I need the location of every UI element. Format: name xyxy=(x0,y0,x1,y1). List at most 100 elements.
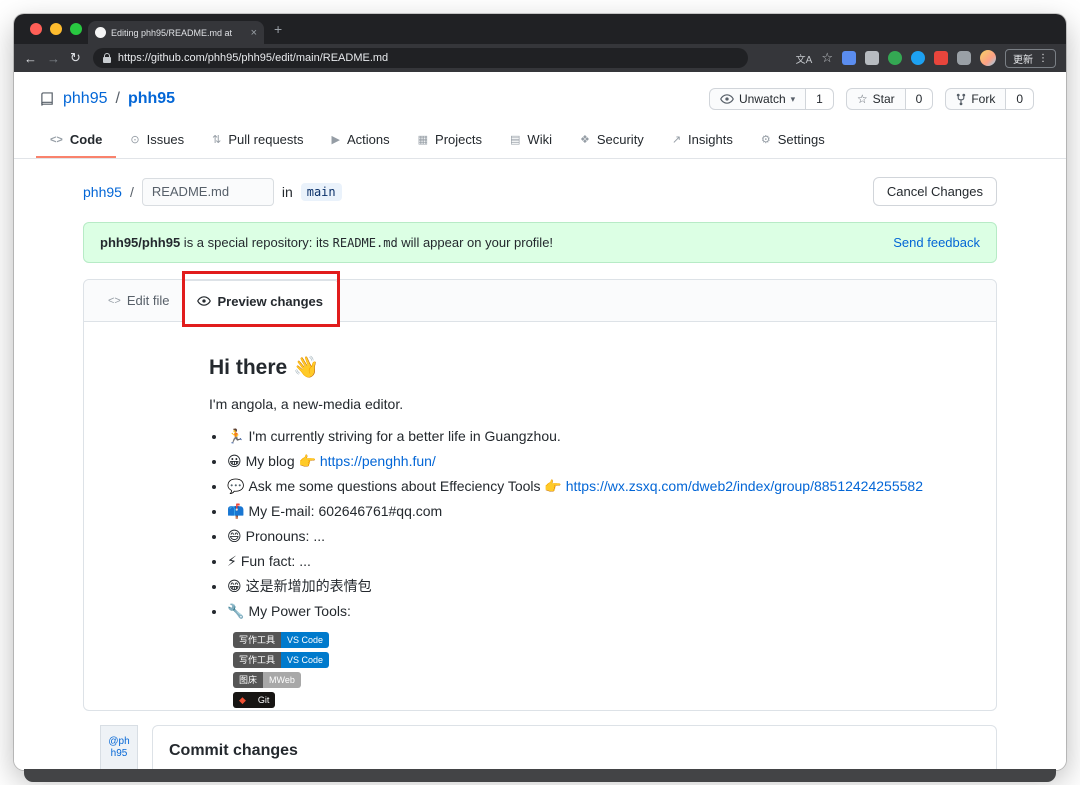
tab-preview-changes[interactable]: Preview changes xyxy=(182,280,339,322)
tab-security-label: Security xyxy=(597,132,644,147)
badge-value: VS Code xyxy=(281,652,329,668)
badge-git[interactable]: ◆ Git xyxy=(233,692,936,708)
toolbar-icons: 文A ☆ 更新 ⋮ xyxy=(796,49,1056,68)
github-page: phh95 / phh95 Unwatch ▾ 1 ☆ Star xyxy=(14,72,1066,770)
watch-group: Unwatch ▾ 1 xyxy=(709,88,834,110)
pull-request-icon: ⇅ xyxy=(212,133,221,146)
zap-emoji: ⚡ xyxy=(227,553,237,569)
banner-text: phh95/phh95 is a special repository: its… xyxy=(100,235,553,250)
close-window-button[interactable] xyxy=(30,23,42,35)
in-label: in xyxy=(282,184,293,200)
reload-icon[interactable]: ↻ xyxy=(70,50,81,66)
security-shield-icon: ❖ xyxy=(580,133,590,146)
tab-wiki[interactable]: ▤ Wiki xyxy=(496,122,566,158)
menu-dots-icon[interactable]: ⋮ xyxy=(1038,53,1048,64)
blog-link[interactable]: https://penghh.fun/ xyxy=(320,453,436,469)
readme-list: 🏃I'm currently striving for a better lif… xyxy=(209,426,936,622)
fork-icon xyxy=(956,93,966,106)
mailbox-emoji: 📫 xyxy=(227,503,244,519)
tab-pull-requests-label: Pull requests xyxy=(228,132,303,147)
cancel-changes-button[interactable]: Cancel Changes xyxy=(873,177,997,206)
badge-mweb[interactable]: 图床 MWeb xyxy=(233,672,936,688)
send-feedback-link[interactable]: Send feedback xyxy=(893,235,980,250)
new-tab-button[interactable]: + xyxy=(274,21,282,37)
settings-gear-icon: ⚙ xyxy=(761,133,771,146)
list-item: 😄Pronouns: ... xyxy=(227,526,936,547)
wave-emoji: 👋 xyxy=(293,356,319,379)
edit-code-icon: <> xyxy=(108,295,121,307)
close-tab-icon[interactable]: × xyxy=(251,27,257,39)
tab-insights[interactable]: ↗ Insights xyxy=(658,122,747,158)
extension-icon-4[interactable] xyxy=(911,51,925,65)
fork-label: Fork xyxy=(971,92,995,106)
bullet-text: My Power Tools: xyxy=(248,603,350,619)
filename-input[interactable] xyxy=(142,178,274,206)
breadcrumb: phh95 / in main Cancel Changes xyxy=(83,177,997,206)
badge-vscode-2[interactable]: 写作工具 VS Code xyxy=(233,652,936,668)
lock-icon[interactable] xyxy=(103,57,111,63)
fork-count[interactable]: 0 xyxy=(1006,88,1034,110)
branch-badge[interactable]: main xyxy=(301,183,342,201)
commit-avatar[interactable]: @ph h95 xyxy=(100,725,138,770)
forward-icon[interactable]: → xyxy=(47,51,60,66)
browser-tab[interactable]: Editing phh95/README.md at × xyxy=(88,21,264,44)
commit-heading: Commit changes xyxy=(169,742,980,760)
browser-titlebar: Editing phh95/README.md at × + xyxy=(14,14,1066,44)
extension-icon-5[interactable] xyxy=(934,51,948,65)
bullet-text: My E-mail: 602646761#qq.com xyxy=(248,503,442,519)
tab-projects[interactable]: ▦ Projects xyxy=(404,122,496,158)
repo-header: phh95 / phh95 Unwatch ▾ 1 ☆ Star xyxy=(14,72,1066,110)
profile-avatar[interactable] xyxy=(980,50,996,66)
tab-issues-label: Issues xyxy=(147,132,185,147)
fork-button[interactable]: Fork xyxy=(945,88,1006,110)
minimize-window-button[interactable] xyxy=(50,23,62,35)
badge-vscode-1[interactable]: 写作工具 VS Code xyxy=(233,632,936,648)
git-logo-icon: ◆ xyxy=(233,692,252,708)
repo-actions: Unwatch ▾ 1 ☆ Star 0 Fork xyxy=(709,88,1034,110)
zsxq-link[interactable]: https://wx.zsxq.com/dweb2/index/group/88… xyxy=(566,478,923,494)
translate-icon[interactable]: 文A xyxy=(796,51,813,66)
tab-edit-file[interactable]: <> Edit file xyxy=(96,280,182,321)
wrench-emoji: 🔧 xyxy=(227,603,244,619)
tab-actions[interactable]: ▶ Actions xyxy=(318,122,404,158)
tab-preview-changes-label: Preview changes xyxy=(218,294,324,309)
tab-projects-label: Projects xyxy=(435,132,482,147)
extensions-puzzle-icon[interactable] xyxy=(957,51,971,65)
tab-security[interactable]: ❖ Security xyxy=(566,122,658,158)
repo-owner-link[interactable]: phh95 xyxy=(63,90,108,108)
tab-actions-label: Actions xyxy=(347,132,390,147)
badge-value: Git xyxy=(252,692,276,708)
bullet-text: Fun fact: ... xyxy=(241,553,311,569)
bullet-text: Ask me some questions about Effeciency T… xyxy=(248,478,565,494)
badge-images: 写作工具 VS Code 写作工具 VS Code 图床 MWeb ◆ xyxy=(233,632,936,708)
code-icon: <> xyxy=(50,134,63,146)
tab-issues[interactable]: ⊙ Issues xyxy=(116,122,198,158)
caret-down-icon: ▾ xyxy=(791,94,796,105)
special-repo-banner: phh95/phh95 is a special repository: its… xyxy=(83,222,997,263)
badge-value: MWeb xyxy=(263,672,301,688)
unwatch-button[interactable]: Unwatch ▾ xyxy=(709,88,806,110)
zoom-window-button[interactable] xyxy=(70,23,82,35)
eye-icon xyxy=(720,94,734,104)
back-icon[interactable]: ← xyxy=(24,51,37,66)
repo-separator: / xyxy=(116,90,120,108)
wiki-icon: ▤ xyxy=(510,133,520,146)
grin-emoji: 😀 xyxy=(227,453,242,469)
tab-pull-requests[interactable]: ⇅ Pull requests xyxy=(198,122,317,158)
repo-name-link[interactable]: phh95 xyxy=(128,90,175,108)
update-button[interactable]: 更新 ⋮ xyxy=(1005,49,1056,68)
star-count[interactable]: 0 xyxy=(906,88,934,110)
breadcrumb-repo-link[interactable]: phh95 xyxy=(83,184,122,200)
address-bar[interactable]: https://github.com/phh95/phh95/edit/main… xyxy=(93,48,748,68)
beam-emoji: 😁 xyxy=(227,578,242,594)
extension-icon-2[interactable] xyxy=(865,51,879,65)
insights-graph-icon: ↗ xyxy=(672,133,681,146)
extension-icon-3[interactable] xyxy=(888,51,902,65)
extension-icon-1[interactable] xyxy=(842,51,856,65)
tab-code[interactable]: <> Code xyxy=(36,122,116,158)
watch-count[interactable]: 1 xyxy=(806,88,834,110)
bookmark-star-icon[interactable]: ☆ xyxy=(821,50,833,66)
star-button[interactable]: ☆ Star xyxy=(846,88,906,110)
banner-text-2: will appear on your profile! xyxy=(398,235,553,250)
tab-settings[interactable]: ⚙ Settings xyxy=(747,122,839,158)
